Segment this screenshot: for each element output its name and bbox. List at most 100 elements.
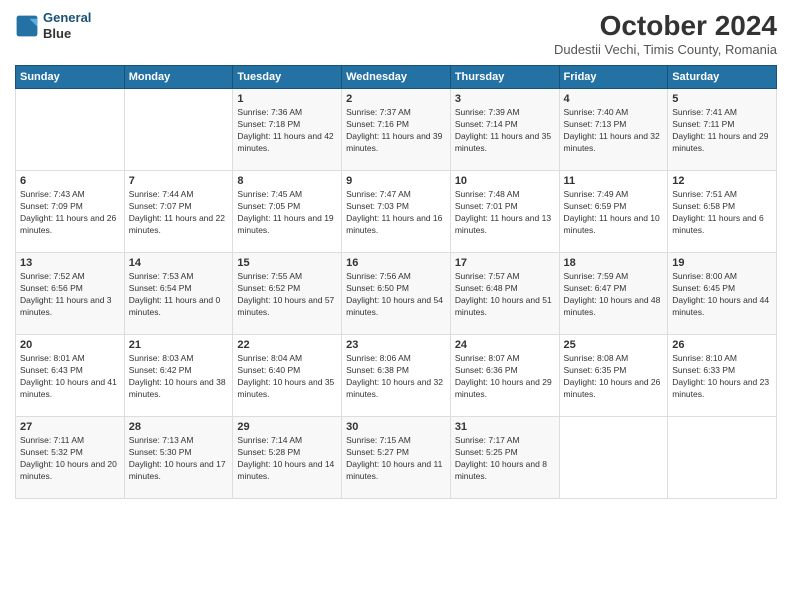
week-row-3: 13Sunrise: 7:52 AMSunset: 6:56 PMDayligh… — [16, 253, 777, 335]
day-number: 5 — [672, 93, 772, 105]
logo: General Blue — [15, 10, 91, 41]
daylight-text: Daylight: 10 hours and 38 minutes. — [129, 377, 226, 399]
day-number: 7 — [129, 175, 229, 187]
sunrise-text: Sunrise: 7:49 AM — [564, 189, 629, 199]
sunrise-text: Sunrise: 7:11 AM — [20, 435, 84, 445]
day-number: 19 — [672, 257, 772, 269]
day-info: Sunrise: 7:55 AMSunset: 6:52 PMDaylight:… — [237, 271, 337, 319]
sunset-text: Sunset: 7:14 PM — [455, 119, 518, 129]
sunrise-text: Sunrise: 8:08 AM — [564, 353, 629, 363]
day-number: 27 — [20, 421, 120, 433]
daylight-text: Daylight: 10 hours and 48 minutes. — [564, 295, 661, 317]
day-number: 28 — [129, 421, 229, 433]
day-info: Sunrise: 8:07 AMSunset: 6:36 PMDaylight:… — [455, 353, 555, 401]
daylight-text: Daylight: 11 hours and 22 minutes. — [129, 213, 225, 235]
cell-w4-d0: 20Sunrise: 8:01 AMSunset: 6:43 PMDayligh… — [16, 335, 125, 417]
daylight-text: Daylight: 10 hours and 41 minutes. — [20, 377, 117, 399]
sunset-text: Sunset: 6:43 PM — [20, 365, 83, 375]
day-number: 11 — [564, 175, 664, 187]
day-info: Sunrise: 7:51 AMSunset: 6:58 PMDaylight:… — [672, 189, 772, 237]
day-info: Sunrise: 7:57 AMSunset: 6:48 PMDaylight:… — [455, 271, 555, 319]
daylight-text: Daylight: 10 hours and 11 minutes. — [346, 459, 442, 481]
cell-w2-d1: 7Sunrise: 7:44 AMSunset: 7:07 PMDaylight… — [124, 171, 233, 253]
week-row-4: 20Sunrise: 8:01 AMSunset: 6:43 PMDayligh… — [16, 335, 777, 417]
sunset-text: Sunset: 7:11 PM — [672, 119, 734, 129]
calendar-header: Sunday Monday Tuesday Wednesday Thursday… — [16, 66, 777, 89]
sunset-text: Sunset: 6:45 PM — [672, 283, 735, 293]
day-info: Sunrise: 8:01 AM Sunset: 6:43 PM Daylight:… — [20, 353, 120, 401]
day-info: Sunrise: 7:47 AMSunset: 7:03 PMDaylight:… — [346, 189, 446, 237]
day-info: Sunrise: 8:06 AMSunset: 6:38 PMDaylight:… — [346, 353, 446, 401]
day-info: Sunrise: 7:15 AMSunset: 5:27 PMDaylight:… — [346, 435, 446, 483]
daylight-text: Daylight: 11 hours and 32 minutes. — [564, 131, 660, 153]
col-saturday: Saturday — [668, 66, 777, 89]
daylight-text: Daylight: 11 hours and 0 minutes. — [129, 295, 221, 317]
daylight-text: Daylight: 11 hours and 19 minutes. — [237, 213, 333, 235]
day-info: Sunrise: 7:48 AMSunset: 7:01 PMDaylight:… — [455, 189, 555, 237]
day-info: Sunrise: 7:59 AMSunset: 6:47 PMDaylight:… — [564, 271, 664, 319]
sunset-text: Sunset: 7:13 PM — [564, 119, 627, 129]
sunset-text: Sunset: 5:30 PM — [129, 447, 192, 457]
cell-w2-d5: 11 Sunrise: 7:49 AM Sunset: 6:59 PM Dayligh… — [559, 171, 668, 253]
daylight-text: Daylight: 10 hours and 44 minutes. — [672, 295, 769, 317]
day-info: Sunrise: 7:41 AMSunset: 7:11 PMDaylight:… — [672, 107, 772, 155]
sunrise-text: Sunrise: 7:44 AM — [129, 189, 194, 199]
day-info: Sunrise: 8:00 AMSunset: 6:45 PMDaylight:… — [672, 271, 772, 319]
cell-w2-d3: 9Sunrise: 7:47 AMSunset: 7:03 PMDaylight… — [342, 171, 451, 253]
daylight-text: Daylight: 11 hours and 35 minutes. — [455, 131, 551, 153]
cell-w3-d0: 13Sunrise: 7:52 AMSunset: 6:56 PMDayligh… — [16, 253, 125, 335]
daylight-text: Daylight: 11 hours and 39 minutes. — [346, 131, 442, 153]
cell-w4-d5: 25Sunrise: 8:08 AMSunset: 6:35 PMDayligh… — [559, 335, 668, 417]
daylight-text: Daylight: 10 hours and 17 minutes. — [129, 459, 226, 481]
sunrise-text: Sunrise: 8:10 AM — [672, 353, 737, 363]
day-number: 13 — [20, 257, 120, 269]
day-number: 29 — [237, 421, 337, 433]
day-number: 17 — [455, 257, 555, 269]
sunrise-text: Sunrise: 7:59 AM — [564, 271, 629, 281]
day-info: Sunrise: 7:40 AMSunset: 7:13 PMDaylight:… — [564, 107, 664, 155]
day-number: 10 — [455, 175, 555, 187]
sunset-text: Sunset: 6:59 PM — [564, 201, 627, 211]
cell-w3-d3: 16Sunrise: 7:56 AMSunset: 6:50 PMDayligh… — [342, 253, 451, 335]
day-info: Sunrise: 7:14 AMSunset: 5:28 PMDaylight:… — [237, 435, 337, 483]
day-number: 8 — [237, 175, 337, 187]
cell-w3-d1: 14Sunrise: 7:53 AMSunset: 6:54 PMDayligh… — [124, 253, 233, 335]
sunrise-text: Sunrise: 7:13 AM — [129, 435, 194, 445]
sunset-text: Sunset: 6:54 PM — [129, 283, 192, 293]
title-block: October 2024 Dudestii Vechi, Timis Count… — [554, 10, 777, 57]
day-info: Sunrise: 7:17 AMSunset: 5:25 PMDaylight:… — [455, 435, 555, 483]
day-info: Sunrise: 7:43 AMSunset: 7:09 PMDaylight:… — [20, 189, 120, 237]
sunrise-text: Sunrise: 8:01 AM — [20, 353, 85, 363]
day-number: 12 — [672, 175, 772, 187]
week-row-5: 27 Sunrise: 7:11 AMSunset: 5:32 PMDayligh… — [16, 417, 777, 499]
daylight-text: Daylight: 11 hours and 42 minutes. — [237, 131, 333, 153]
day-info: Sunrise: 7:11 AMSunset: 5:32 PMDaylight:… — [20, 435, 120, 483]
logo-icon — [15, 14, 39, 38]
cell-w4-d1: 21Sunrise: 8:03 AMSunset: 6:42 PMDayligh… — [124, 335, 233, 417]
sunrise-text: Sunrise: 8:04 AM — [237, 353, 302, 363]
day-info: Sunrise: 7:45 AMSunset: 7:05 PMDaylight:… — [237, 189, 337, 237]
day-info: Sunrise: 8:10 AMSunset: 6:33 PMDaylight:… — [672, 353, 772, 401]
sunrise-text: Sunrise: 7:39 AM — [455, 107, 520, 117]
day-number: 6 — [20, 175, 120, 187]
sunrise-text: Sunrise: 7:37 AM — [346, 107, 411, 117]
col-monday: Monday — [124, 66, 233, 89]
daylight-text: Daylight: 11 hours and 13 minutes. — [455, 213, 551, 235]
cell-w3-d6: 19 Sunrise: 8:00 AMSunset: 6:45 PMDayligh… — [668, 253, 777, 335]
sunrise-text: Sunrise: 7:51 AM — [672, 189, 737, 199]
sunrise-text: Sunrise: 7:15 AM — [346, 435, 411, 445]
sunset-text: Sunset: 7:09 PM — [20, 201, 83, 211]
logo-line1: General — [43, 10, 91, 25]
logo-text: General Blue — [43, 10, 91, 41]
daylight-text: Daylight: 11 hours and 10 minutes. — [564, 213, 660, 235]
daylight-text: Daylight: 10 hours and 51 minutes. — [455, 295, 552, 317]
week-row-1: 1Sunrise: 7:36 AMSunset: 7:18 PMDaylight… — [16, 89, 777, 171]
sunset-text: Sunset: 6:33 PM — [672, 365, 735, 375]
weekday-row: Sunday Monday Tuesday Wednesday Thursday… — [16, 66, 777, 89]
cell-w4-d3: 23Sunrise: 8:06 AMSunset: 6:38 PMDayligh… — [342, 335, 451, 417]
sunrise-text: Sunrise: 7:57 AM — [455, 271, 520, 281]
week-row-2: 6 Sunrise: 7:43 AMSunset: 7:09 PMDaylight… — [16, 171, 777, 253]
sunset-text: Sunset: 7:01 PM — [455, 201, 518, 211]
col-friday: Friday — [559, 66, 668, 89]
day-info: Sunrise: 7:36 AMSunset: 7:18 PMDaylight:… — [237, 107, 337, 155]
